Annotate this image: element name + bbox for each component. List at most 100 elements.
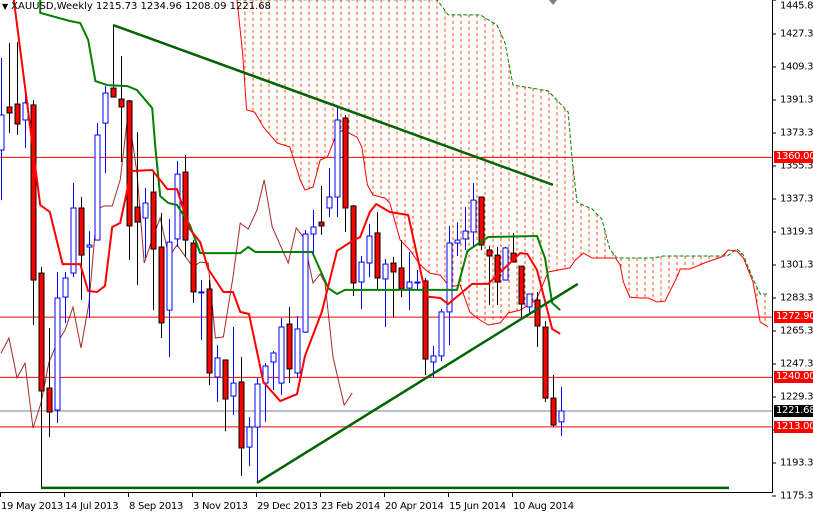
bull-candle-body (438, 311, 445, 357)
bear-candle-body (350, 205, 357, 284)
bear-candle-body (534, 299, 541, 327)
price-level-tag: 1360.00 (774, 151, 813, 164)
bull-candle-body (214, 357, 221, 378)
bear-candle-body (206, 288, 213, 374)
bear-candle-body (150, 191, 157, 250)
bull-candle-body (430, 355, 437, 363)
bull-candle-body (62, 277, 69, 298)
bear-candle-body (374, 232, 381, 279)
price-level-tag: 1272.90 (774, 311, 813, 324)
price-chart[interactable] (0, 0, 813, 516)
bull-candle-body (462, 230, 469, 240)
chart-title: ▼ XAUUSD,Weekly 1215.73 1234.96 1208.09 1… (2, 1, 271, 12)
plot-area (0, 0, 772, 490)
dropdown-arrow-icon[interactable]: ▼ (2, 2, 8, 11)
price-tick-label: 1247.30 (780, 358, 813, 370)
price-tick-label: 1283.30 (780, 292, 813, 304)
bull-candle-body (294, 328, 301, 374)
bull-candle-body (382, 263, 389, 280)
price-tick-label: 1193.30 (780, 457, 813, 469)
bull-candle-body (526, 293, 533, 308)
bull-candle-body (0, 114, 5, 151)
bear-candle-body (542, 326, 549, 399)
time-tick-label: 14 Jul 2013 (65, 501, 119, 512)
price-level-tag: 1213.00 (774, 420, 813, 433)
bull-candle-body (334, 119, 341, 198)
bull-candle-body (502, 247, 509, 281)
chart-shift-marker-icon (549, 0, 557, 5)
bear-candle-body (46, 387, 53, 413)
bull-candle-body (54, 297, 61, 411)
bull-candle-body (102, 92, 109, 124)
bull-candle-body (254, 383, 261, 428)
bull-candle-body (326, 196, 333, 209)
bear-candle-body (486, 249, 493, 257)
time-tick-label: 8 Sep 2013 (129, 501, 184, 512)
bear-candle-body (78, 207, 85, 256)
bear-candle-body (518, 265, 525, 305)
bear-candle-body (30, 104, 37, 281)
bull-candle-body (302, 233, 309, 333)
bull-candle-body (86, 244, 93, 248)
bear-candle-body (238, 381, 245, 449)
bear-candle-body (398, 267, 405, 290)
bull-candle-body (198, 291, 205, 294)
bull-candle-body (558, 410, 565, 423)
bull-candle-body (270, 352, 277, 363)
bull-candle-body (414, 281, 421, 284)
bull-candle-body (166, 241, 173, 311)
bull-candle-body (246, 426, 253, 448)
bear-candle-body (318, 221, 325, 227)
bull-candle-body (142, 202, 149, 219)
price-tick-label: 1265.30 (780, 325, 813, 337)
ohlc-open: 1215.73 (96, 1, 138, 12)
price-tick-label: 1175.30 (780, 490, 813, 502)
bear-candle-body (110, 87, 117, 98)
kijun-sen-line (39, 0, 561, 311)
bull-candle-body (470, 199, 477, 233)
bull-candle-body (278, 326, 285, 384)
time-tick-label: 10 Aug 2014 (513, 501, 574, 512)
price-tick-label: 1337.30 (780, 193, 813, 205)
bear-candle-body (182, 171, 189, 241)
bear-candle-body (126, 100, 133, 227)
time-tick-label: 20 Apr 2014 (385, 501, 444, 512)
time-tick-label: 19 May 2013 (1, 501, 63, 512)
time-tick-label: 3 Nov 2013 (193, 501, 248, 512)
bear-candle-body (14, 103, 21, 125)
bear-candle-body (478, 196, 485, 246)
ohlc-close: 1221.68 (229, 1, 271, 12)
bull-candle-body (230, 382, 237, 397)
bear-candle-body (158, 246, 165, 324)
price-tick-label: 1391.30 (780, 94, 813, 106)
ohlc-low: 1208.09 (185, 1, 227, 12)
bear-candle-body (390, 262, 397, 273)
price-tick-label: 1445.80 (780, 0, 813, 12)
bear-candle-body (190, 242, 197, 293)
price-tick-label: 1427.30 (780, 28, 813, 40)
time-tick-label: 15 Jun 2014 (449, 501, 506, 512)
bull-candle-body (94, 134, 101, 241)
price-tick-label: 1373.30 (780, 127, 813, 139)
price-tick-label: 1319.30 (780, 226, 813, 238)
bull-candle-body (406, 281, 413, 289)
price-level-tag: 1240.00 (774, 371, 813, 384)
candles (0, 25, 565, 488)
bull-candle-body (366, 235, 373, 264)
bull-candle-body (454, 239, 461, 244)
price-tick-label: 1301.30 (780, 259, 813, 271)
ichimoku-cloud (244, 0, 766, 325)
price-tick-label: 1409.30 (780, 61, 813, 73)
bear-candle-body (38, 272, 45, 392)
ohlc-high: 1234.96 (140, 1, 182, 12)
bear-candle-body (222, 359, 229, 400)
bear-candle-body (118, 98, 125, 108)
price-tick-label: 1229.30 (780, 391, 813, 403)
bear-candle-body (286, 323, 293, 370)
bull-candle-body (310, 226, 317, 235)
bear-candle-body (134, 206, 141, 223)
bear-candle-body (6, 106, 13, 114)
bull-candle-body (358, 261, 365, 283)
symbol-timeframe: XAUUSD,Weekly (11, 1, 93, 12)
bear-candle-body (550, 397, 557, 426)
